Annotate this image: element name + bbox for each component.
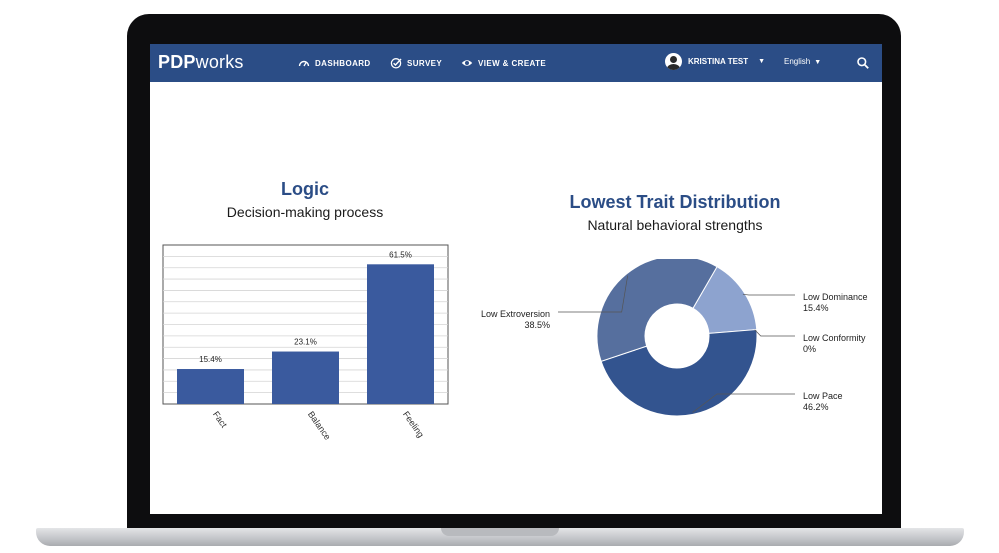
language-label: English xyxy=(784,57,811,66)
language-select[interactable]: English ▼ xyxy=(784,57,821,66)
slice-label: Low Pace xyxy=(803,391,843,401)
gauge-icon xyxy=(298,60,310,67)
search-icon[interactable] xyxy=(856,56,870,70)
check-circle-icon xyxy=(390,58,402,69)
tick-label: Feeling xyxy=(401,409,426,439)
leader-line xyxy=(742,293,795,296)
laptop-notch xyxy=(441,528,559,536)
bar-feeling xyxy=(367,264,434,404)
user-name: KRISTINA TEST xyxy=(688,57,749,66)
nav-view-create[interactable]: VIEW & CREATE xyxy=(461,57,546,69)
slice-value-label: 38.5% xyxy=(524,320,550,330)
tick-label: Balance xyxy=(306,409,333,441)
bar-fact xyxy=(177,369,244,404)
avatar xyxy=(665,53,682,70)
logic-subtitle: Decision-making process xyxy=(226,204,384,220)
logo-bold-text: PDP xyxy=(158,52,196,72)
slice-value-label: 46.2% xyxy=(803,402,829,412)
top-nav-bar: PDPworks DASHBOARD SURVEY VIEW & CREATE xyxy=(150,44,882,82)
slice-label: Low Dominance xyxy=(803,292,868,302)
app-logo[interactable]: PDPworks xyxy=(158,52,244,73)
nav-survey[interactable]: SURVEY xyxy=(390,57,442,69)
leader-line xyxy=(754,329,795,337)
trait-donut-chart: Low Dominance15.4% Low Conformity0% Low Pa… xyxy=(481,259,868,417)
nav-view-create-label: VIEW & CREATE xyxy=(478,58,547,68)
nav-survey-label: SURVEY xyxy=(407,58,443,68)
logo-light-text: works xyxy=(195,52,244,72)
slice-label: Low Extroversion xyxy=(481,309,550,319)
data-label: 61.5% xyxy=(389,250,412,259)
logic-title: Logic xyxy=(281,179,329,199)
eye-icon xyxy=(461,60,473,66)
slice-value-label: 15.4% xyxy=(803,303,829,313)
nav-dashboard[interactable]: DASHBOARD xyxy=(298,57,371,69)
slice-label: Low Conformity xyxy=(803,333,866,343)
trait-subtitle: Natural behavioral strengths xyxy=(587,217,763,233)
slice-value-label: 0% xyxy=(803,344,816,354)
trait-title: Lowest Trait Distribution xyxy=(569,192,781,212)
logic-bar-chart: 15.4% Fact 23.1% Balance 61.5% Feeling xyxy=(162,244,449,442)
bar-balance xyxy=(272,351,339,404)
chevron-down-icon: ▼ xyxy=(758,58,766,65)
nav-dashboard-label: DASHBOARD xyxy=(315,58,371,68)
chevron-down-icon: ▼ xyxy=(814,59,822,66)
data-label: 23.1% xyxy=(294,338,317,347)
user-menu[interactable]: KRISTINA TEST ▼ xyxy=(665,53,765,70)
tick-label: Fact xyxy=(211,409,230,429)
data-label: 15.4% xyxy=(199,355,222,364)
app-screen: PDPworks DASHBOARD SURVEY VIEW & CREATE xyxy=(150,44,882,514)
